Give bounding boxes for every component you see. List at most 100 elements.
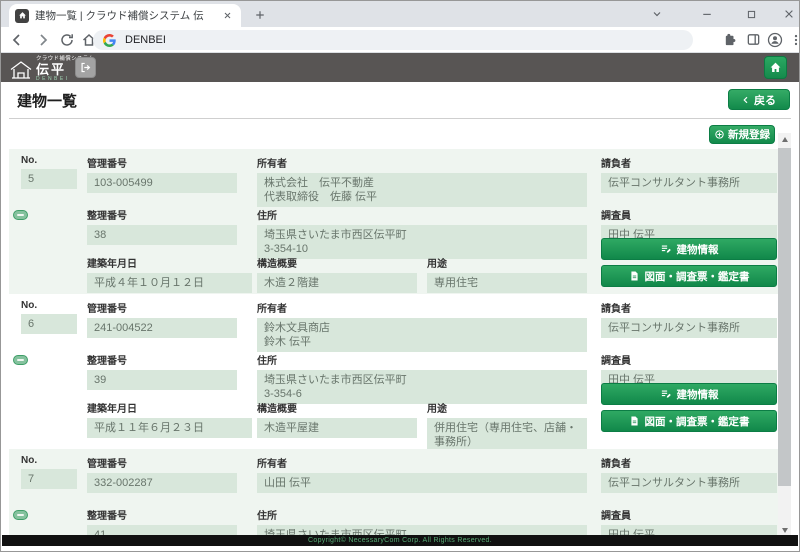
contractor-label: 請負者: [601, 455, 777, 470]
back-button[interactable]: [9, 32, 25, 48]
owner-value: 鈴木文具商店 鈴木 伝平: [257, 318, 587, 352]
build-date-value: 平成１１年６月２３日: [87, 418, 252, 438]
documents-label: 図面・調査票・鑑定書: [645, 269, 750, 284]
side-panel-icon[interactable]: [746, 32, 762, 48]
control-no-value: 103-005499: [87, 173, 237, 193]
window-close-button[interactable]: [781, 6, 797, 22]
building-info-button[interactable]: 建物情報: [601, 238, 777, 260]
tab-close-icon[interactable]: [219, 8, 235, 24]
structure-label: 構造概要: [257, 400, 417, 415]
menu-kebab-icon[interactable]: [789, 32, 800, 48]
footer: Copyright© NecessaryCom Corp. All Rights…: [2, 535, 798, 546]
building-info-button[interactable]: 建物情報: [601, 383, 777, 405]
ref-no-value: 39: [87, 370, 237, 390]
documents-button[interactable]: 図面・調査票・鑑定書: [601, 265, 777, 287]
structure-value: 木造２階建: [257, 273, 417, 293]
window-maximize-button[interactable]: [743, 6, 759, 22]
address-value: 埼玉県さいたま市西区伝平町 3-354-10: [257, 225, 587, 259]
address-text: DENBEI: [125, 34, 166, 46]
circle-plus-icon: [714, 129, 725, 140]
documents-button[interactable]: 図面・調査票・鑑定書: [601, 410, 777, 432]
logout-button[interactable]: [75, 57, 96, 78]
page-title: 建物一覧: [17, 90, 77, 111]
chevron-left-icon: [742, 95, 750, 105]
list-edit-icon: [660, 388, 672, 400]
denbei-house-icon: [9, 60, 33, 80]
contractor-label: 請負者: [601, 155, 777, 170]
building-record: No.7 管理番号332-002287 所有者山田 伝平 請負者伝平コンサルタン…: [9, 449, 779, 537]
app-header: クラウド補償システム 伝平 DENBEI: [1, 53, 799, 82]
building-info-label: 建物情報: [677, 242, 719, 257]
tab-search-chevron-icon[interactable]: [649, 6, 665, 22]
ref-no-label: 整理番号: [87, 207, 237, 222]
ref-no-label: 整理番号: [87, 352, 237, 367]
scroll-up-arrow-icon[interactable]: [778, 133, 791, 146]
building-record: No. 6 管理番号 241-004522 所有者鈴木文具商店 鈴木 伝平 請負者伝…: [9, 294, 779, 449]
usage-label: 用途: [427, 255, 587, 270]
no-value: 7: [21, 469, 77, 489]
browser-toolbar: DENBEI: [1, 27, 799, 53]
app-home-button[interactable]: [764, 56, 787, 79]
control-no-value: 241-004522: [87, 318, 237, 338]
extensions-icon[interactable]: [723, 32, 739, 48]
new-tab-button[interactable]: [251, 6, 268, 23]
contractor-label: 請負者: [601, 300, 777, 315]
address-bar[interactable]: DENBEI: [93, 30, 693, 50]
tab-title: 建物一覧 | クラウド補償システム 伝: [35, 8, 219, 23]
building-record: No.5 管理番号103-005499 所有者株式会社 伝平不動産 代表取締役 …: [9, 149, 779, 294]
structure-label: 構造概要: [257, 255, 417, 270]
documents-label: 図面・調査票・鑑定書: [645, 414, 750, 429]
no-label: No.: [21, 300, 77, 311]
reload-button[interactable]: [59, 32, 75, 48]
surveyor-label: 調査員: [601, 207, 777, 222]
contractor-value: 伝平コンサルタント事務所: [601, 173, 777, 193]
build-date-value: 平成４年１０月１２日: [87, 273, 252, 293]
usage-label: 用途: [427, 400, 587, 415]
contractor-value: 伝平コンサルタント事務所: [601, 318, 777, 338]
surveyor-label: 調査員: [601, 507, 777, 522]
usage-value: 併用住宅（専用住宅、店舗・事務所）: [427, 418, 587, 452]
forward-button[interactable]: [35, 32, 51, 48]
window-minimize-button[interactable]: [699, 6, 715, 22]
contractor-value: 伝平コンサルタント事務所: [601, 473, 777, 493]
no-value: 6: [21, 314, 77, 334]
control-no-label: 管理番号: [87, 300, 237, 315]
new-registration-button[interactable]: 新規登録: [709, 125, 775, 144]
owner-label: 所有者: [257, 300, 587, 315]
divider: [9, 118, 791, 119]
browser-tab[interactable]: 建物一覧 | クラウド補償システム 伝: [9, 4, 241, 27]
list-edit-icon: [660, 243, 672, 255]
surveyor-label: 調査員: [601, 352, 777, 367]
scrollbar[interactable]: [778, 133, 791, 537]
document-icon: [629, 415, 640, 427]
address-value: 埼玉県さいたま市西区伝平町 3-354-6: [257, 370, 587, 404]
structure-value: 木造平屋建: [257, 418, 417, 438]
building-info-label: 建物情報: [677, 387, 719, 402]
scrollbar-thumb[interactable]: [778, 148, 791, 486]
owner-value: 山田 伝平: [257, 473, 587, 493]
building-list: No.5 管理番号103-005499 所有者株式会社 伝平不動産 代表取締役 …: [9, 149, 779, 537]
control-no-label: 管理番号: [87, 455, 237, 470]
back-button-label: 戻る: [754, 92, 776, 108]
back-page-button[interactable]: 戻る: [728, 89, 790, 110]
no-label: No.: [21, 455, 77, 466]
address-label: 住所: [257, 352, 587, 367]
link-icon[interactable]: [13, 355, 28, 365]
owner-label: 所有者: [257, 155, 587, 170]
build-date-label: 建築年月日: [87, 400, 252, 415]
usage-value: 専用住宅: [427, 273, 587, 293]
site-favicon-icon: [15, 9, 29, 23]
link-icon[interactable]: [13, 510, 28, 520]
tab-strip: 建物一覧 | クラウド補償システム 伝: [1, 1, 799, 27]
address-label: 住所: [257, 507, 587, 522]
address-label: 住所: [257, 207, 587, 222]
link-icon[interactable]: [13, 210, 28, 220]
ref-no-value: 38: [87, 225, 237, 245]
owner-value: 株式会社 伝平不動産 代表取締役 佐藤 伝平: [257, 173, 587, 207]
control-no-value: 332-002287: [87, 473, 237, 493]
profile-avatar-icon[interactable]: [767, 32, 783, 48]
copyright-text: Copyright© NecessaryCom Corp. All Rights…: [308, 537, 492, 544]
google-g-icon: [103, 34, 116, 47]
control-no-label: 管理番号: [87, 155, 237, 170]
ref-no-label: 整理番号: [87, 507, 237, 522]
